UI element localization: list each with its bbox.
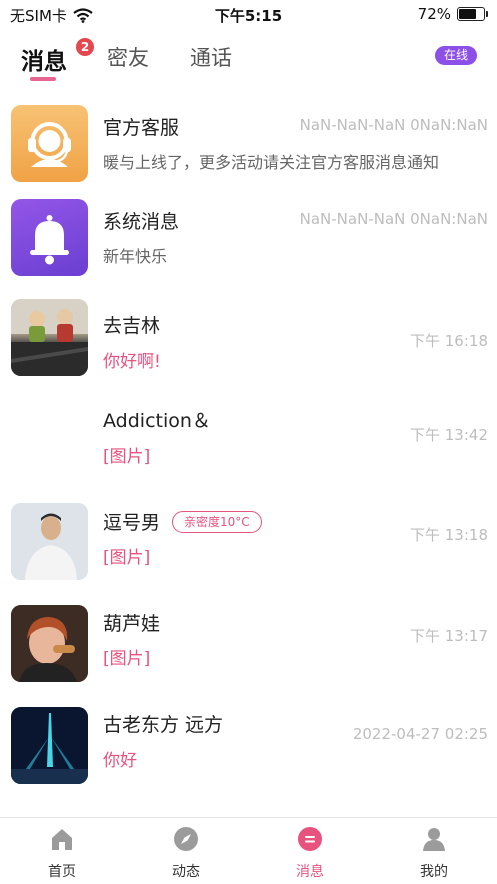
conversation-time: 下午 13:18	[410, 526, 488, 544]
battery-level	[459, 9, 477, 19]
conversation-row[interactable]: Addiction＆ 下午 13:42 [图片]	[0, 401, 497, 501]
tab-messages-bottom-label: 消息	[296, 864, 324, 880]
avatar	[11, 299, 88, 376]
tab-messages[interactable]: 消息 2	[21, 38, 94, 76]
tab-profile[interactable]: 我的	[394, 826, 474, 881]
conversation-preview: 你好	[103, 751, 137, 771]
bell-icon	[11, 199, 88, 276]
tab-moments[interactable]: 动态	[146, 826, 226, 881]
conversation-preview: [图片]	[103, 649, 151, 669]
conversation-time: 2022-04-27 02:25	[352, 725, 488, 743]
tab-home-label: 首页	[48, 864, 76, 880]
conversation-time: NaN-NaN-NaN 0NaN:NaN	[299, 210, 488, 228]
avatar	[11, 401, 88, 478]
conversation-preview: 你好啊!	[103, 352, 161, 372]
conversation-preview: [图片]	[103, 548, 151, 568]
active-tab-indicator	[30, 77, 56, 81]
conversation-name: 葫芦娃	[103, 613, 161, 635]
battery-icon	[457, 7, 488, 21]
conversation-time: 下午 13:17	[410, 627, 488, 645]
home-icon	[52, 829, 72, 850]
avatar	[11, 503, 88, 580]
profile-icon	[423, 828, 445, 851]
bottom-tab-bar: 首页 动态 消息 我的	[0, 817, 497, 884]
status-bar: 无SIM卡 下午5:15 72%	[0, 0, 497, 30]
tab-moments-label: 动态	[172, 864, 200, 880]
avatar	[11, 605, 88, 682]
tab-messages-bottom[interactable]: 消息	[270, 826, 350, 881]
message-icon	[298, 827, 322, 851]
conversation-name: Addiction＆	[103, 410, 211, 432]
tab-calls[interactable]: 通话	[190, 42, 232, 72]
unread-badge: 2	[76, 38, 94, 56]
conversation-preview: 新年快乐	[103, 247, 168, 266]
conversation-name: 官方客服	[103, 117, 180, 139]
headset-icon	[11, 105, 88, 182]
status-right: 72%	[417, 5, 488, 23]
tab-close-friends[interactable]: 密友	[107, 42, 149, 72]
conversation-name: 系统消息	[103, 211, 180, 233]
conversation-time: 下午 13:42	[410, 426, 488, 444]
conversation-name: 逗号男	[103, 512, 161, 534]
tab-home[interactable]: 首页	[22, 826, 102, 881]
tab-messages-label: 消息	[21, 49, 67, 75]
tab-calls-label: 通话	[190, 46, 232, 70]
conversation-row[interactable]: 葫芦娃 下午 13:17 [图片]	[0, 605, 497, 705]
intimacy-tag: 亲密度10°C	[172, 511, 262, 533]
conversation-row[interactable]: 去吉林 下午 16:18 你好啊!	[0, 299, 497, 399]
tab-profile-label: 我的	[420, 864, 448, 880]
conversation-time: 下午 16:18	[410, 332, 488, 350]
battery-percent: 72%	[417, 5, 451, 23]
conversation-row[interactable]: 古老东方 远方 2022-04-27 02:25 你好	[0, 707, 497, 807]
top-tabs: 消息 2 密友 通话 在线	[0, 32, 497, 87]
compass-icon	[174, 827, 198, 851]
conversation-preview: 暖与上线了，更多活动请关注官方客服消息通知	[103, 153, 440, 172]
conversation-official-service[interactable]: 官方客服 NaN-NaN-NaN 0NaN:NaN 暖与上线了，更多活动请关注官…	[0, 105, 497, 205]
conversation-preview: [图片]	[103, 447, 151, 467]
conversation-system-messages[interactable]: 系统消息 NaN-NaN-NaN 0NaN:NaN 新年快乐	[0, 199, 497, 299]
conversation-name: 古老东方 远方	[103, 714, 224, 736]
online-status-button[interactable]: 在线	[434, 46, 477, 65]
avatar	[11, 707, 88, 784]
conversation-time: NaN-NaN-NaN 0NaN:NaN	[299, 116, 488, 134]
conversation-name: 去吉林	[103, 315, 161, 337]
conversation-row[interactable]: 逗号男 亲密度10°C 下午 13:18 [图片]	[0, 503, 497, 603]
tab-close-friends-label: 密友	[107, 46, 149, 70]
